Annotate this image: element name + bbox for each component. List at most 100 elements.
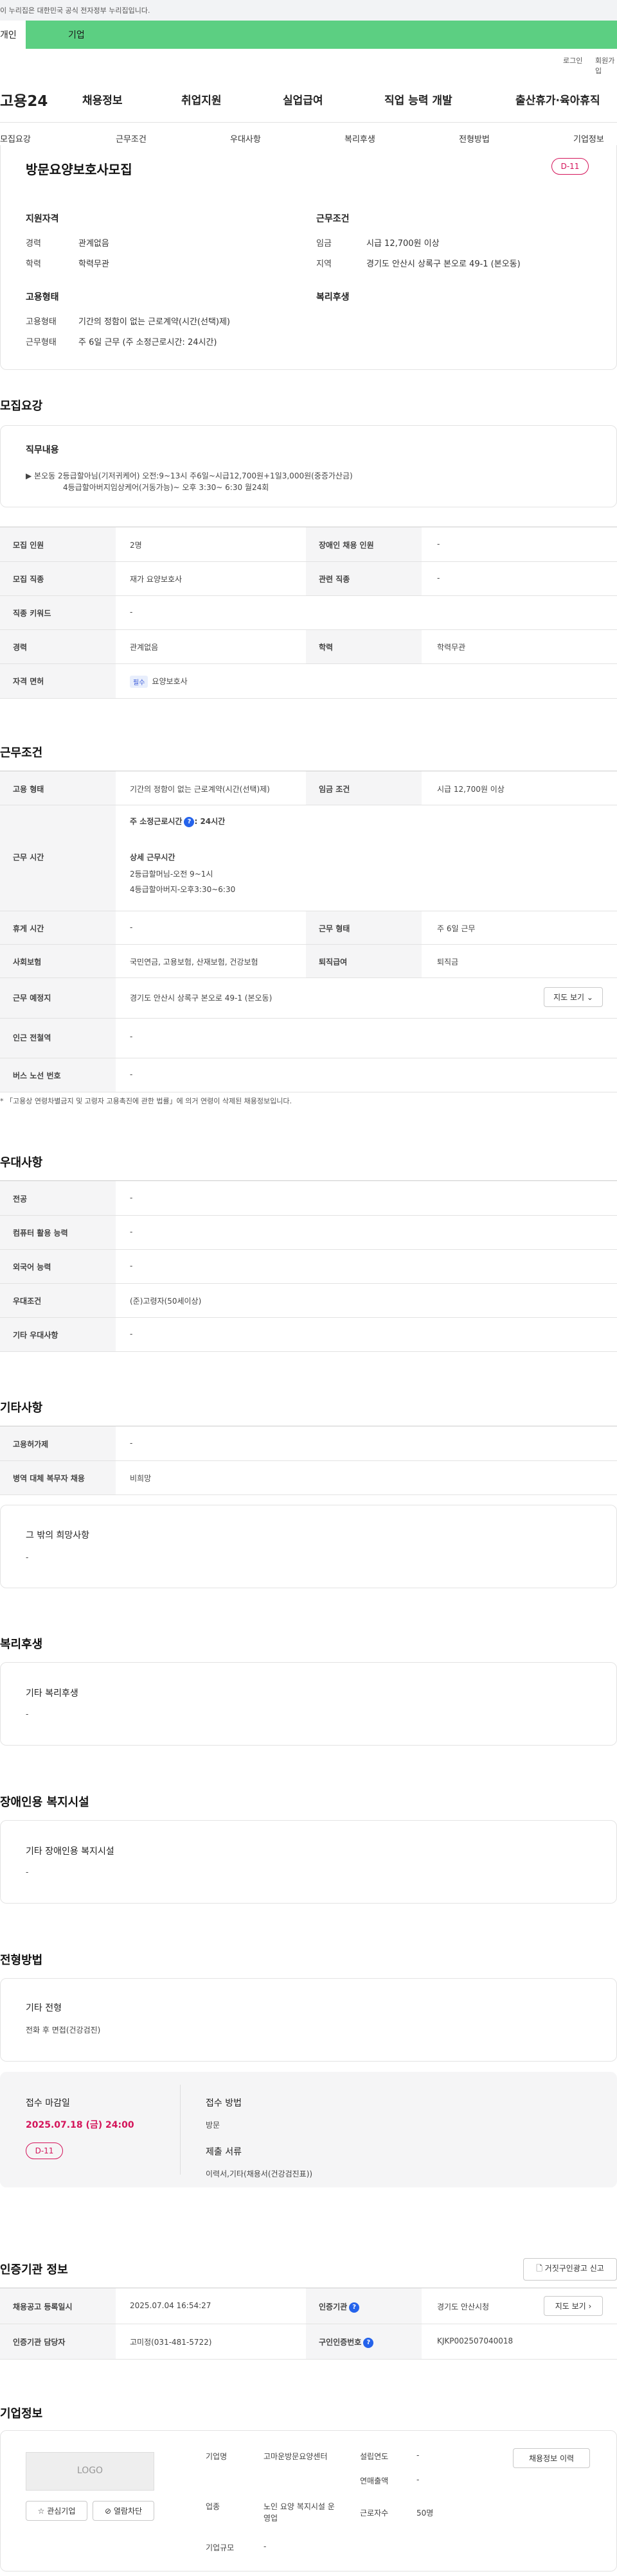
td: 고미정(031-481-5722) — [130, 2338, 212, 2347]
th: 경력 — [13, 643, 28, 652]
th: 인근 전철역 — [13, 1033, 51, 1042]
divider — [180, 2085, 181, 2175]
section-title-recruit: 모집요강 — [0, 399, 43, 413]
td: 비희망 — [130, 1474, 152, 1483]
welfare-title: 복리후생 — [316, 292, 350, 302]
td: 2025.07.04 16:54:27 — [130, 2301, 211, 2310]
row-line — [0, 944, 617, 945]
th: 전공 — [13, 1195, 28, 1204]
job-history-button[interactable]: 채용정보 이력 — [513, 2448, 590, 2468]
emp-type-label: 고용형태 — [26, 317, 57, 327]
founded-value: - — [416, 2451, 420, 2460]
detail-hours-title: 상세 근무시간 — [130, 853, 175, 862]
td: 기간의 정함이 없는 근로계약(시간(선택)제) — [130, 785, 270, 794]
method-value: 방문 — [206, 2121, 220, 2130]
chevron-down-icon: ⌄ — [586, 993, 593, 1002]
th: 사회보험 — [13, 958, 42, 967]
row-line — [0, 1018, 617, 1019]
anchor-recruit[interactable]: 모집요강 — [0, 132, 31, 145]
help-icon[interactable]: ? — [349, 2302, 360, 2313]
th: 직종 키워드 — [13, 609, 51, 618]
gnb-item-leave[interactable]: 출산휴가·육아휴직 — [515, 91, 600, 107]
th: 관련 직종 — [319, 575, 350, 584]
anchor-company[interactable]: 기업정보 — [573, 132, 604, 145]
anchor-screening[interactable]: 전형방법 — [459, 132, 490, 145]
help-icon[interactable]: ? — [363, 2337, 374, 2348]
td: 재가 요양보호사 — [130, 575, 183, 584]
cond-title: 근무조건 — [316, 214, 350, 224]
th: 컴퓨터 활용 능력 — [13, 1229, 68, 1238]
row-line — [0, 561, 617, 562]
th: 임금 조건 — [319, 785, 350, 794]
document-icon: 🗋 — [536, 2264, 542, 2273]
age-note: * 「고용상 연령차별금지 및 고령자 고용촉진에 관한 법률」에 의거 연령이… — [0, 1097, 292, 1105]
site-logo[interactable]: 고용24 — [0, 89, 48, 110]
row-line — [0, 629, 617, 630]
duty-line-1: ▶ 본오동 2등급할아님(기저귀케어) 오전:9~13시 주6일~시급12,70… — [26, 471, 353, 480]
td: 주 6일 근무 — [437, 924, 476, 933]
th: 근무 시간 — [13, 853, 44, 862]
td: - — [130, 1261, 133, 1270]
emp-type-value: 기간의 정함이 없는 근로계약(시간(선택)제) — [78, 317, 231, 327]
help-icon[interactable]: ? — [184, 816, 195, 827]
section-title-etc: 기타사항 — [0, 1401, 43, 1415]
favorite-button[interactable]: ☆ 관심기업 — [26, 2501, 87, 2521]
career-label: 경력 — [26, 239, 41, 249]
gnb-item-benefit[interactable]: 실업급여 — [283, 91, 323, 107]
block-icon: ⊘ — [104, 2507, 112, 2516]
report-button[interactable]: 🗋 거짓구인광고 신고 — [523, 2258, 617, 2281]
th: 인증기관 담당자 — [13, 2338, 66, 2347]
screen-etc-card — [0, 1978, 617, 2062]
th: 고용 형태 — [13, 785, 44, 794]
row-line — [0, 1249, 617, 1250]
section-title-company: 기업정보 — [0, 2407, 43, 2421]
welfare-card — [0, 1662, 617, 1746]
anchor-preference[interactable]: 우대사항 — [230, 132, 261, 145]
tab-corporate[interactable]: 기업 — [26, 21, 617, 49]
welfare-etc-title: 기타 복리후생 — [26, 1688, 78, 1699]
th: 자격 면허 — [13, 677, 44, 686]
founded-label: 설립연도 — [360, 2452, 389, 2461]
row-line — [0, 663, 617, 664]
tab-individual[interactable]: 개인 — [0, 21, 26, 49]
sales-value: - — [416, 2475, 420, 2484]
map-button[interactable]: 지도 보기 › — [544, 2296, 603, 2316]
td: - — [130, 1193, 133, 1202]
section-title-condition: 근무조건 — [0, 746, 43, 760]
th: 근무 형태 — [319, 924, 350, 933]
gnb-item-support[interactable]: 취업지원 — [181, 91, 222, 107]
anchor-welfare[interactable]: 복리후생 — [344, 132, 375, 145]
row-line — [0, 595, 617, 596]
work-label: 근무형태 — [26, 338, 57, 347]
gnb-item-jobs[interactable]: 채용정보 — [82, 91, 123, 107]
td: (준)고령자(50세이상) — [130, 1297, 202, 1306]
company-logo: LOGO — [26, 2452, 154, 2491]
map-button[interactable]: 지도 보기 ⌄ — [544, 987, 603, 1007]
row-line — [0, 1494, 617, 1495]
gnb-item-training[interactable]: 직업 능력 개발 — [384, 91, 452, 107]
docs-value: 이력서,기타(채용서(건강검진표)) — [206, 2169, 313, 2178]
employees-label: 근로자수 — [360, 2509, 389, 2518]
gov-banner: 이 누리집은 대한민국 공식 전자정부 누리집입니다. — [0, 0, 617, 21]
block-button[interactable]: ⊘ 열람차단 — [93, 2501, 154, 2521]
screen-etc-value: 전화 후 면접(건강검진) — [26, 2026, 101, 2035]
th: 고용허가제 — [13, 1440, 49, 1449]
dday-badge: D-11 — [26, 2142, 63, 2159]
td: 2명 — [130, 541, 142, 550]
td: - — [130, 1329, 133, 1338]
td: 경기도 안산시 상록구 본오로 49-1 (본오동) — [130, 994, 273, 1003]
td: - — [437, 574, 440, 583]
join-link[interactable]: 회원가입 — [595, 55, 617, 76]
th: 근무 예정지 — [13, 994, 51, 1003]
anchor-condition[interactable]: 근무조건 — [116, 132, 147, 145]
row-line — [0, 1460, 617, 1461]
docs-title: 제출 서류 — [206, 2147, 242, 2157]
row-line — [0, 1317, 617, 1318]
login-link[interactable]: 로그인 — [563, 55, 582, 66]
th: 휴게 시간 — [13, 924, 44, 933]
td: - — [130, 1070, 133, 1079]
industry-value: 노인 요양 복지시설 운영업 — [264, 2502, 335, 2523]
td-license: 필수 요양보호사 — [130, 676, 188, 688]
deadline-value: 2025.07.18 (금) 24:00 — [26, 2120, 134, 2130]
divider — [0, 122, 617, 123]
